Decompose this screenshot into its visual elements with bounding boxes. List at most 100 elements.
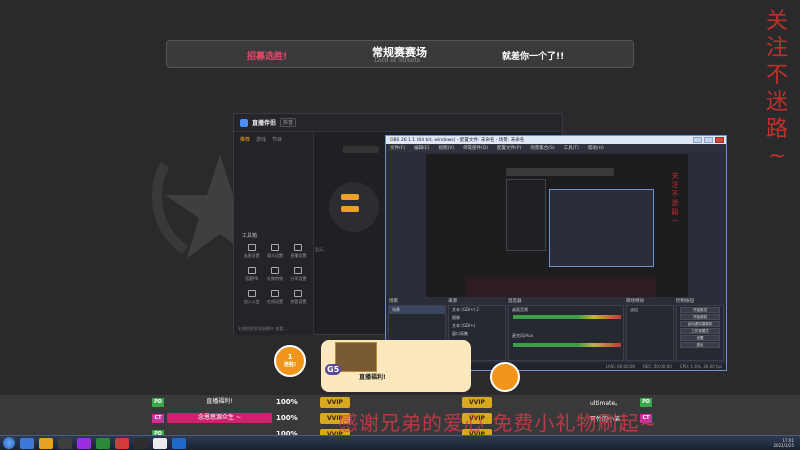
dock-header-scenes: 场景 <box>389 299 398 304</box>
studio-mode-button[interactable]: 工作室模式 <box>680 328 720 334</box>
obs-titlebar[interactable]: OBS 26.1.1 (64 bit, windows) - 配置文件: 未命名… <box>386 136 726 144</box>
source-item[interactable]: 窗口采集 <box>449 330 505 338</box>
menu-tools[interactable]: 工具(T) <box>564 145 579 151</box>
tray-clock[interactable]: 17:01 2021/3/25 <box>773 438 794 448</box>
cover-note: 暂无... <box>315 247 327 252</box>
stage-badge: G5 <box>325 364 342 375</box>
slogan-char: 迷 <box>671 199 679 207</box>
slogan-char: 注 <box>671 181 679 189</box>
app-titlebar[interactable]: 直播伴侣 抖音 <box>234 114 562 132</box>
mixer-dock[interactable]: 桌面音频 麦克风/Aux <box>508 305 624 361</box>
preview-banner <box>506 168 614 176</box>
tools-grid: 连麦设置 观众设置 直播设置 话题PK 礼物特效 分享设置 加入公会 在线设置 … <box>240 244 310 305</box>
obs-preview[interactable]: 关 注 不 迷 路 ~ <box>426 154 688 297</box>
rank-name: 念恩思源众生 ~ <box>167 413 272 423</box>
status-rec: REC: 00:00:00 <box>643 364 672 369</box>
mixer-level-mic[interactable] <box>513 343 621 347</box>
cover-disc <box>329 182 379 232</box>
tool-label: 加入公会 <box>243 299 260 304</box>
slogan-char: ~ <box>672 217 678 225</box>
menu-view[interactable]: 视图(V) <box>438 145 454 151</box>
virtual-camera-button[interactable]: 启动虚拟摄像机 <box>680 321 720 327</box>
taskbar-app-icon[interactable] <box>20 437 34 449</box>
taskbar-app-icon[interactable] <box>153 437 167 449</box>
tab-games[interactable]: 游戏 <box>256 136 266 143</box>
tool-item[interactable]: 房管设置 <box>287 290 310 305</box>
tab-recommend[interactable]: 推荐 <box>240 136 250 143</box>
scene-item[interactable]: 场景 <box>389 306 445 314</box>
tab-shows[interactable]: 节目 <box>272 136 282 143</box>
tool-label: 分享设置 <box>290 276 307 281</box>
maximize-icon[interactable] <box>704 137 713 143</box>
start-recording-button[interactable]: 开始录制 <box>680 314 720 320</box>
banner-subtitle: Lord of Streets <box>374 57 420 64</box>
app-sidebar: 推荐 游戏 节目 工具箱 连麦设置 观众设置 直播设置 话题PK 礼物特效 分享… <box>234 132 314 335</box>
taskbar-app-icon[interactable] <box>58 437 72 449</box>
taskbar-app-icon[interactable] <box>39 437 53 449</box>
menu-file[interactable]: 文件(F) <box>390 145 405 151</box>
obs-title: OBS 26.1.1 (64 bit, windows) - 配置文件: 未命名… <box>390 138 525 143</box>
tool-item[interactable]: 直播设置 <box>287 244 310 259</box>
tool-icon <box>270 290 279 297</box>
tool-icon <box>247 290 256 297</box>
taskbar: 17:01 2021/3/25 <box>0 435 800 450</box>
tools-title: 工具箱 <box>242 233 258 239</box>
exit-button[interactable]: 退出 <box>680 342 720 348</box>
app-title: 直播伴侣 <box>252 120 277 127</box>
rank-badge: CT <box>152 414 164 423</box>
taskbar-app-icon[interactable] <box>96 437 110 449</box>
rank-percent: 100% <box>276 414 298 422</box>
tool-icon <box>247 267 256 274</box>
tool-item[interactable]: 连麦设置 <box>240 244 263 259</box>
menu-scene-collection[interactable]: 场景集合(S) <box>530 145 554 151</box>
tool-icon <box>270 244 279 251</box>
tool-item[interactable]: 分享设置 <box>287 267 310 282</box>
settings-button[interactable]: 设置 <box>680 335 720 341</box>
start-streaming-button[interactable]: 开始推流 <box>680 307 720 313</box>
tool-item[interactable]: 在线设置 <box>263 290 286 305</box>
tool-item[interactable]: 观众设置 <box>263 244 286 259</box>
app-platform-tag[interactable]: 抖音 <box>280 118 297 127</box>
taskbar-app-icon[interactable] <box>77 437 91 449</box>
app-search-input[interactable] <box>343 146 379 153</box>
tool-item[interactable]: 礼物特效 <box>263 267 286 282</box>
status-cpu: CPU: 1.6%, 30.00 fps <box>679 364 722 369</box>
menu-edit[interactable]: 编辑(E) <box>414 145 429 151</box>
close-icon[interactable] <box>715 137 724 143</box>
cover-setting-button[interactable] <box>341 206 359 212</box>
minimize-icon[interactable] <box>693 137 702 143</box>
tool-item[interactable]: 加入公会 <box>240 290 263 305</box>
pin-number: 1 <box>287 353 293 361</box>
slogan-char: ~ <box>767 144 787 169</box>
stage-banner: 招募选胜! 常规赛赛场 Lord of Streets 就差你一个了!! <box>166 40 634 68</box>
mixer-level-desktop[interactable] <box>513 315 621 319</box>
source-item[interactable]: 文本 (GDI+) 2 <box>449 306 505 314</box>
start-button[interactable] <box>3 437 15 449</box>
stage-label: 直播福利! <box>359 374 386 381</box>
obs-window[interactable]: OBS 26.1.1 (64 bit, windows) - 配置文件: 未命名… <box>385 135 727 371</box>
source-item[interactable]: 图像 <box>449 314 505 322</box>
transitions-dock[interactable]: 淡出 <box>626 305 674 361</box>
menu-help[interactable]: 帮助(H) <box>588 145 604 151</box>
rank-right-badge: PD <box>640 398 652 407</box>
transition-select[interactable]: 淡出 <box>627 306 673 314</box>
app-footer-text: 礼物投射到该直播中 查看... <box>238 326 288 331</box>
slogan-char: 路 <box>765 117 788 142</box>
menu-profile[interactable]: 配置文件(P) <box>497 145 521 151</box>
cover-start-button[interactable] <box>341 194 359 200</box>
taskbar-app-icon[interactable] <box>115 437 129 449</box>
menu-docks[interactable]: 停靠部件(D) <box>463 145 488 151</box>
tool-icon <box>247 244 256 251</box>
preview-slogan: 关 注 不 迷 路 ~ <box>669 172 681 226</box>
controls-dock: 开始推流 开始录制 启动虚拟摄像机 工作室模式 设置 退出 <box>676 305 724 361</box>
source-item[interactable]: 文本 (GDI+) <box>449 322 505 330</box>
mixer-label: 麦克风/Aux <box>512 333 533 338</box>
stage-card: G5 直播福利! <box>321 340 471 392</box>
banner-recruit-text: 招募选胜! <box>247 52 288 62</box>
taskbar-app-icon[interactable] <box>134 437 148 449</box>
tool-item[interactable]: 话题PK <box>240 267 263 282</box>
tool-icon <box>294 290 303 297</box>
preview-inner-obs <box>549 189 654 267</box>
taskbar-app-icon[interactable] <box>172 437 186 449</box>
slogan-char: 不 <box>671 190 679 198</box>
